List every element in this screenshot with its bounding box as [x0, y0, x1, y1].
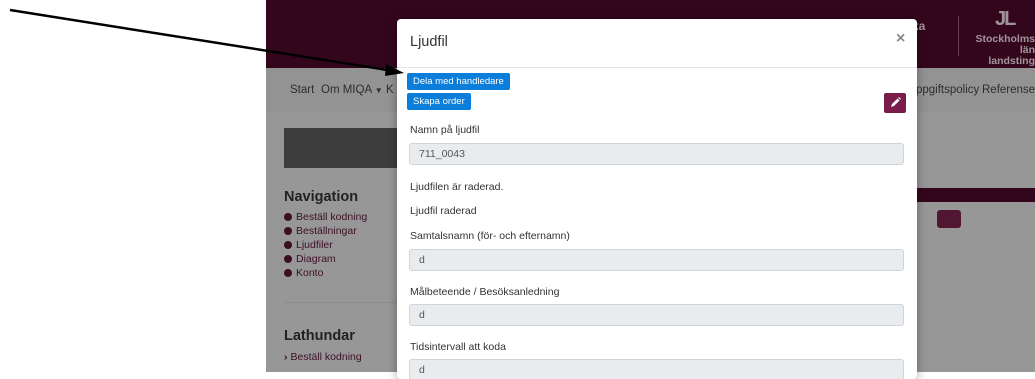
- time-interval-label: Tidsintervall att koda: [410, 341, 506, 353]
- deleted-status-text: Ljudfilen är raderad.: [410, 181, 504, 193]
- pencil-icon[interactable]: [884, 93, 906, 113]
- ljudfil-modal: Ljudfil × Dela med handledare Skapa orde…: [397, 19, 917, 379]
- annotation-arrow: [9, 8, 404, 76]
- time-interval-field[interactable]: d: [409, 359, 904, 379]
- deleted-status-label: Ljudfil raderad: [410, 205, 477, 217]
- share-with-supervisor-button[interactable]: Dela med handledare: [407, 73, 510, 90]
- target-behavior-label: Målbeteende / Besöksanledning: [410, 286, 560, 298]
- conversation-name-field[interactable]: d: [409, 249, 904, 271]
- close-icon[interactable]: ×: [896, 30, 905, 48]
- conversation-name-label: Samtalsnamn (för- och efternamn): [410, 230, 570, 242]
- filename-field[interactable]: 711_0043: [409, 143, 904, 165]
- filename-label: Namn på ljudfil: [410, 124, 480, 136]
- modal-header: Ljudfil ×: [397, 19, 917, 68]
- target-behavior-field[interactable]: d: [409, 304, 904, 326]
- create-order-button[interactable]: Skapa order: [407, 93, 471, 110]
